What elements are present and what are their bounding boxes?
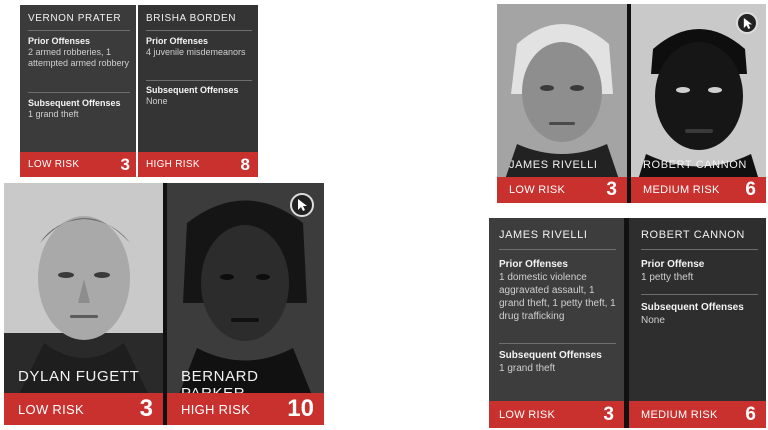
subsequent-offenses-value: 1 grand theft <box>28 109 79 119</box>
risk-label: MEDIUM RISK <box>641 408 718 421</box>
pointer-cursor-icon[interactable] <box>736 12 758 34</box>
subsequent-offenses-value: 1 grand theft <box>499 363 556 374</box>
prior-offenses: Prior Offense 1 petty theft <box>641 258 761 284</box>
mugshot-photo <box>497 4 627 203</box>
risk-label: LOW RISK <box>28 159 80 170</box>
defendant-name: JAMES RIVELLI <box>509 159 598 171</box>
defendant-card-prater[interactable]: VERNON PRATER Prior Offenses 2 armed rob… <box>20 5 136 177</box>
risk-score: 3 <box>606 179 617 200</box>
prior-offenses-value: 4 juvenile misdemeanors <box>146 47 246 57</box>
risk-score: 3 <box>603 403 614 425</box>
risk-bar: HIGH RISK 8 <box>138 152 258 177</box>
defendant-card-borden[interactable]: BRISHA BORDEN Prior Offenses 4 juvenile … <box>138 5 258 177</box>
risk-score: 3 <box>139 395 153 422</box>
comparison-panel-prater-borden: VERNON PRATER Prior Offenses 2 armed rob… <box>20 5 258 177</box>
subsequent-offenses-label: Subsequent Offenses <box>28 98 121 108</box>
defendant-name: DYLAN FUGETT <box>18 368 140 385</box>
risk-bar: MEDIUM RISK 6 <box>631 177 766 203</box>
subsequent-offenses-label: Subsequent Offenses <box>499 350 602 361</box>
risk-score: 10 <box>287 395 314 422</box>
defendant-card-fugett[interactable]: DYLAN FUGETT LOW RISK 3 <box>4 183 163 425</box>
prior-offenses-label: Prior Offense <box>641 259 705 270</box>
risk-bar: LOW RISK 3 <box>20 152 136 177</box>
subsequent-offenses: Subsequent Offenses 1 grand theft <box>28 98 132 120</box>
subsequent-offenses: Subsequent Offenses None <box>641 301 761 327</box>
defendant-name: ROBERT CANNON <box>641 229 745 241</box>
comparison-panel-rivelli-cannon-records: JAMES RIVELLI Prior Offenses 1 domestic … <box>489 218 766 428</box>
defendant-card-cannon[interactable]: ROBERT CANNON MEDIUM RISK 6 <box>631 4 766 203</box>
risk-label: HIGH RISK <box>146 159 200 170</box>
prior-offenses-value: 1 petty theft <box>641 272 694 283</box>
prior-offenses-label: Prior Offenses <box>28 36 91 46</box>
prior-offenses: Prior Offenses 2 armed robberies, 1 atte… <box>28 36 132 69</box>
defendant-card-parker[interactable]: BERNARD PARKER HIGH RISK 10 <box>167 183 324 425</box>
pointer-cursor-icon[interactable] <box>290 193 314 217</box>
risk-score: 8 <box>240 154 250 174</box>
prior-offenses-value: 1 domestic violence aggravated assault, … <box>499 272 616 322</box>
defendant-name: ROBERT CANNON <box>643 159 747 171</box>
subsequent-offenses-value: None <box>641 315 665 326</box>
subsequent-offenses-value: None <box>146 96 168 106</box>
defendant-name: VERNON PRATER <box>28 13 122 24</box>
comparison-panel-rivelli-cannon-photos: JAMES RIVELLI LOW RISK 3 ROBERT CANNON M… <box>497 4 766 203</box>
risk-score: 3 <box>120 154 130 174</box>
prior-offenses: Prior Offenses 4 juvenile misdemeanors <box>146 36 252 58</box>
prior-offenses: Prior Offenses 1 domestic violence aggra… <box>499 258 619 323</box>
subsequent-offenses: Subsequent Offenses 1 grand theft <box>499 349 619 375</box>
risk-label: MEDIUM RISK <box>643 184 720 196</box>
risk-bar: HIGH RISK 10 <box>167 393 324 425</box>
risk-score: 6 <box>745 403 756 425</box>
defendant-card-cannon-record[interactable]: ROBERT CANNON Prior Offense 1 petty thef… <box>629 218 766 428</box>
risk-score: 6 <box>745 179 756 200</box>
prior-offenses-label: Prior Offenses <box>146 36 209 46</box>
risk-label: HIGH RISK <box>181 401 251 417</box>
subsequent-offenses-label: Subsequent Offenses <box>146 85 239 95</box>
mugshot-photo <box>4 183 163 425</box>
comparison-panel-fugett-parker: DYLAN FUGETT LOW RISK 3 BERNARD PARKER H… <box>4 183 324 425</box>
risk-label: LOW RISK <box>18 401 84 417</box>
defendant-card-rivelli-record[interactable]: JAMES RIVELLI Prior Offenses 1 domestic … <box>489 218 624 428</box>
subsequent-offenses: Subsequent Offenses None <box>146 85 252 107</box>
risk-label: LOW RISK <box>509 184 566 196</box>
prior-offenses-value: 2 armed robberies, 1 attempted armed rob… <box>28 47 130 68</box>
risk-bar: LOW RISK 3 <box>497 177 627 203</box>
risk-bar: LOW RISK 3 <box>489 401 624 428</box>
subsequent-offenses-label: Subsequent Offenses <box>641 302 744 313</box>
defendant-name: BRISHA BORDEN <box>146 13 237 24</box>
risk-bar: MEDIUM RISK 6 <box>629 401 766 428</box>
risk-label: LOW RISK <box>499 408 556 421</box>
risk-bar: LOW RISK 3 <box>4 393 163 425</box>
defendant-name: JAMES RIVELLI <box>499 229 588 241</box>
prior-offenses-label: Prior Offenses <box>499 259 568 270</box>
defendant-card-rivelli[interactable]: JAMES RIVELLI LOW RISK 3 <box>497 4 627 203</box>
